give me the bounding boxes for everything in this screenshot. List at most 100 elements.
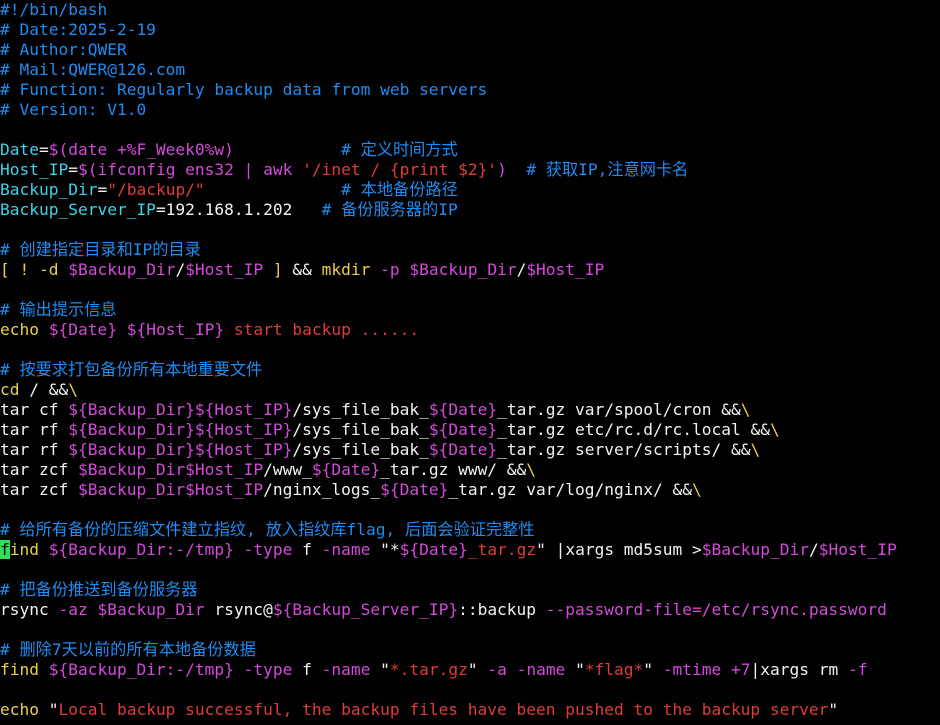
code-token: ${Backup_Dir}${Host_IP} (68, 420, 293, 439)
code-line: tar zcf $Backup_Dir$Host_IP/nginx_logs_$… (0, 480, 940, 500)
code-token: # Author:QWER (0, 40, 127, 59)
code-token: # 输出提示信息 (0, 300, 117, 319)
code-token: \ (750, 440, 761, 459)
code-token: $Backup_Dir$Host_IP (77, 460, 264, 479)
code-token: && (282, 260, 322, 279)
code-line: tar rf ${Backup_Dir}${Host_IP}/sys_file_… (0, 440, 940, 460)
code-token: /sys_file_bak_ (292, 420, 429, 439)
code-token: # 定义时间方式 (341, 140, 458, 159)
code-token: ${Host_IP} (126, 320, 225, 339)
code-token: " (467, 660, 478, 679)
code-line: # 把备份推送到备份服务器 (0, 580, 940, 600)
code-token: Backup_Server_IP (0, 200, 156, 219)
code-token: cd (0, 380, 20, 399)
code-token: ${Backup_Dir:-/tmp} (48, 660, 234, 679)
code-token: # Date:2025-2-19 (0, 20, 156, 39)
code-token: echo (0, 320, 39, 339)
code-token: " (828, 700, 839, 719)
code-line: # Function: Regularly backup data from w… (0, 80, 940, 100)
code-line: find ${Backup_Dir:-/tmp} -type f -name "… (0, 660, 940, 680)
code-token: " (643, 660, 654, 679)
code-token: ind (9, 540, 49, 559)
code-token: / (808, 540, 819, 559)
code-token: f (302, 660, 312, 679)
code-token: # 给所有备份的压缩文件建立指纹, 放入指纹库flag, 后面会验证完整性 (0, 520, 535, 539)
code-line: # 创建指定目录和IP的目录 (0, 240, 940, 260)
code-token: " (536, 540, 546, 559)
code-token: |xargs md5sum > (545, 540, 702, 559)
code-token: ] (263, 260, 283, 279)
code-token: -az (48, 600, 98, 619)
code-token: # Function: Regularly backup data from w… (0, 80, 488, 99)
text-cursor: f (0, 540, 10, 559)
code-line: Backup_Dir="/backup/" # 本地备份路径 (0, 180, 940, 200)
code-token: _tar.gz var/spool/cron && (497, 400, 741, 419)
terminal-editor[interactable]: #!/bin/bash # Date:2025-2-19 # Author:QWER… (0, 0, 940, 725)
code-token: tar rf (0, 440, 69, 459)
code-token: ${Date} (428, 400, 498, 419)
code-line: # 输出提示信息 (0, 300, 940, 320)
code-token: "* (380, 540, 400, 559)
code-token: -f (847, 660, 868, 679)
code-token: *.tar.gz (389, 660, 468, 679)
code-token: /www_ (263, 460, 312, 479)
code-token: # 获取IP,注意网卡名 (526, 160, 689, 179)
code-line: # Version: V1.0 (0, 100, 940, 120)
code-token: \ (68, 380, 78, 399)
code-line: # 按要求打包备份所有本地重要文件 (0, 360, 940, 380)
code-line: cd / &&\ (0, 380, 940, 400)
code-token: -type (233, 660, 303, 679)
code-token: -name (311, 660, 381, 679)
code-token: ${Date} (428, 440, 498, 459)
code-token: = (68, 160, 78, 179)
code-token: =192.168.1.202 (155, 200, 322, 219)
code-token: = (97, 180, 108, 199)
code-line: rsync -az $Backup_Dir rsync@${Backup_Ser… (0, 600, 940, 620)
code-token: $Backup_Dir (701, 540, 809, 559)
code-token: #!/bin/bash (0, 0, 108, 19)
code-token: $Backup_Dir (97, 600, 205, 619)
code-token: / (516, 260, 527, 279)
code-token: start backup ...... (224, 320, 420, 339)
code-token: *flag* (584, 660, 644, 679)
code-token: ${Backup_Dir:-/tmp} (48, 540, 234, 559)
code-line: echo "Local backup successful, the backu… (0, 700, 940, 720)
code-token: \ (740, 400, 751, 419)
code-token: / (175, 260, 186, 279)
code-line: find ${Backup_Dir:-/tmp} -type f -name "… (0, 540, 940, 560)
code-token: _tar.gz server/scripts/ && (497, 440, 751, 459)
code-token: Date (0, 140, 39, 159)
code-token: # 把备份推送到备份服务器 (0, 580, 198, 599)
code-line: # 删除7天以前的所有本地备份数据 (0, 640, 940, 660)
code-token: \ (769, 420, 780, 439)
code-token: # 备份服务器的IP (321, 200, 458, 219)
code-line: # Date:2025-2-19 (0, 20, 940, 40)
code-token: # Mail:QWER@126.com (0, 60, 186, 79)
code-line: Backup_Server_IP=192.168.1.202 # 备份服务器的I… (0, 200, 940, 220)
code-token: _tar.gz www/ && (380, 460, 527, 479)
code-token: ::backup (458, 600, 546, 619)
code-token: # 本地备份路径 (341, 180, 458, 199)
code-line: tar rf ${Backup_Dir}${Host_IP}/sys_file_… (0, 420, 940, 440)
code-token: $Host_IP (818, 540, 897, 559)
code-line: # 给所有备份的压缩文件建立指纹, 放入指纹库flag, 后面会验证完整性 (0, 520, 940, 540)
code-token: ${Backup_Dir}${Host_IP} (68, 440, 293, 459)
code-token: " (575, 660, 585, 679)
code-line: # Author:QWER (0, 40, 940, 60)
code-line: tar zcf $Backup_Dir$Host_IP/www_${Date}_… (0, 460, 940, 480)
code-line: [ ! -d $Backup_Dir/$Host_IP ] && mkdir -… (0, 260, 940, 280)
code-token: $Backup_Dir (409, 260, 517, 279)
code-token: = (38, 140, 49, 159)
code-line: tar cf ${Backup_Dir}${Host_IP}/sys_file_… (0, 400, 940, 420)
code-token: [ ! -d (0, 260, 69, 279)
code-token: |xargs rm (750, 660, 848, 679)
code-token: Local backup successful, the backup file… (58, 700, 829, 719)
code-token: ${Date} (428, 420, 498, 439)
code-token: \ (526, 460, 537, 479)
code-token: '/inet / {print $2}' (302, 160, 498, 179)
